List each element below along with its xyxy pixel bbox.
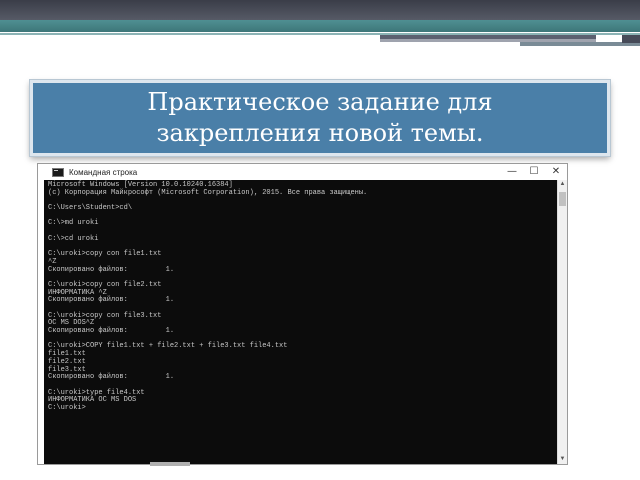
- console-app-icon: [52, 167, 64, 177]
- console-line: Скопировано файлов: 1.: [48, 327, 175, 336]
- window-titlebar[interactable]: Командная строка — ☐ ✕: [38, 164, 567, 180]
- console-line: C:\uroki>copy con file1.txt: [48, 250, 162, 259]
- vertical-scrollbar[interactable]: ▲ ▼: [557, 180, 567, 464]
- console-line: C:\>cd uroki: [48, 234, 99, 243]
- console-lines: Microsoft Windows [Version 10.0.10240.16…: [44, 180, 558, 413]
- console-line: C:\uroki>copy con file3.txt: [48, 311, 162, 320]
- slide-title: Практическое задание для закрепления нов…: [147, 88, 493, 147]
- slide-top-band: [0, 0, 640, 20]
- console-line: C:\uroki>copy con file2.txt: [48, 280, 162, 289]
- close-button[interactable]: ✕: [545, 164, 567, 180]
- window-title: Командная строка: [69, 167, 138, 177]
- console-line: C:\Users\Student>cd\: [48, 204, 133, 213]
- maximize-button[interactable]: ☐: [523, 164, 545, 180]
- scroll-thumb[interactable]: [559, 192, 566, 206]
- console-line: file1.txt: [48, 350, 86, 359]
- console-line: (c) Корпорация Майкрософт (Microsoft Cor…: [48, 188, 368, 197]
- slide-teal-band: [0, 20, 640, 32]
- minimize-button[interactable]: —: [501, 164, 523, 180]
- console-line: C:\uroki>: [48, 403, 86, 412]
- console-output[interactable]: Microsoft Windows [Version 10.0.10240.16…: [44, 180, 558, 464]
- console-line: file2.txt: [48, 357, 86, 366]
- console-line: ИНФОРМАТИКА ОС MS DOS: [48, 396, 137, 405]
- scroll-down-icon[interactable]: ▼: [558, 455, 567, 464]
- console-line: Скопировано файлов: 1.: [48, 265, 175, 274]
- scroll-up-icon[interactable]: ▲: [558, 180, 567, 189]
- console-line: Скопировано файлов: 1.: [48, 373, 175, 382]
- window-controls: — ☐ ✕: [501, 164, 567, 180]
- slide-title-box: Практическое задание для закрепления нов…: [30, 80, 610, 156]
- console-line: Скопировано файлов: 1.: [48, 296, 175, 305]
- slide-accent-bar: [622, 35, 640, 43]
- console-line: C:\>md uroki: [48, 219, 99, 228]
- console-line: C:\uroki>COPY file1.txt + file2.txt + fi…: [48, 342, 288, 351]
- command-prompt-window[interactable]: Командная строка — ☐ ✕ Microsoft Windows…: [37, 163, 568, 465]
- taskbar-fragment: [150, 462, 190, 466]
